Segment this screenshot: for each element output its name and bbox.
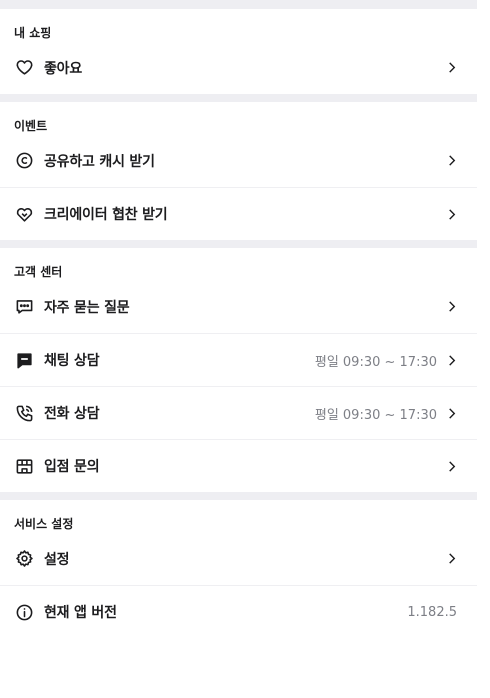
section-divider xyxy=(0,0,477,9)
menu-item-store-inquiry[interactable]: 입점 문의 xyxy=(0,439,477,492)
menu-item-label: 공유하고 캐시 받기 xyxy=(44,153,155,170)
section-title: 내 쇼핑 xyxy=(14,26,52,40)
menu-item-label: 설정 xyxy=(44,551,70,568)
section-my-shopping: 내 쇼핑 좋아요 xyxy=(0,9,477,94)
menu-item-label: 크리에이터 협찬 받기 xyxy=(44,207,168,223)
menu-item-label: 채팅 상담 xyxy=(44,353,100,369)
handshake-heart-icon xyxy=(14,204,34,224)
menu-item-likes[interactable]: 좋아요 xyxy=(0,41,477,94)
chevron-right-icon xyxy=(447,301,457,313)
chat-bubble-icon xyxy=(14,350,34,370)
menu-item-creator-sponsor[interactable]: 크리에이터 협찬 받기 xyxy=(0,187,477,240)
chevron-right-icon xyxy=(447,208,457,220)
section-divider xyxy=(0,240,477,248)
app-version-value: 1.182.5 xyxy=(407,604,457,620)
section-title: 이벤트 xyxy=(14,119,48,133)
menu-item-settings[interactable]: 설정 xyxy=(0,532,477,585)
chevron-right-icon xyxy=(447,407,457,419)
chevron-right-icon xyxy=(447,155,457,167)
menu-item-phone-support[interactable]: 전화 상담 평일 09:30 ~ 17:30 xyxy=(0,386,477,439)
chevron-right-icon xyxy=(447,354,457,366)
menu-item-chat-support[interactable]: 채팅 상담 평일 09:30 ~ 17:30 xyxy=(0,333,477,386)
message-dots-icon xyxy=(14,297,34,317)
menu-item-label: 현재 앱 버전 xyxy=(44,605,117,621)
menu-item-app-version: 현재 앱 버전 1.182.5 xyxy=(0,585,477,638)
info-icon xyxy=(14,602,34,622)
chevron-right-icon xyxy=(447,62,457,74)
business-hours: 평일 09:30 ~ 17:30 xyxy=(314,407,437,423)
section-customer-center: 고객 센터 자주 묻는 질문 채팅 상담 평일 09:30 ~ 17:30 전화… xyxy=(0,248,477,492)
copyright-circle-icon xyxy=(14,151,34,171)
section-events: 이벤트 공유하고 캐시 받기 크리에이터 협찬 받기 xyxy=(0,102,477,240)
chevron-right-icon xyxy=(447,460,457,472)
phone-icon xyxy=(14,403,34,423)
menu-item-label: 전화 상담 xyxy=(44,406,100,422)
store-icon xyxy=(14,456,34,476)
menu-item-label: 자주 묻는 질문 xyxy=(44,299,130,316)
section-service-settings: 서비스 설정 설정 현재 앱 버전 1.182.5 xyxy=(0,500,477,638)
business-hours: 평일 09:30 ~ 17:30 xyxy=(314,354,437,370)
menu-item-share-cash[interactable]: 공유하고 캐시 받기 xyxy=(0,134,477,187)
section-divider xyxy=(0,94,477,102)
menu-item-label: 입점 문의 xyxy=(44,459,100,475)
my-page-menu: 내 쇼핑 좋아요 이벤트 공유하고 캐시 받기 크리에이터 협찬 받기 고객 센… xyxy=(0,0,477,638)
section-divider xyxy=(0,492,477,500)
chevron-right-icon xyxy=(447,553,457,565)
menu-item-label: 좋아요 xyxy=(44,60,83,77)
menu-item-faq[interactable]: 자주 묻는 질문 xyxy=(0,280,477,333)
section-title: 고객 센터 xyxy=(14,265,63,279)
gear-icon xyxy=(14,549,34,569)
heart-icon xyxy=(14,58,34,78)
section-title: 서비스 설정 xyxy=(14,517,74,531)
